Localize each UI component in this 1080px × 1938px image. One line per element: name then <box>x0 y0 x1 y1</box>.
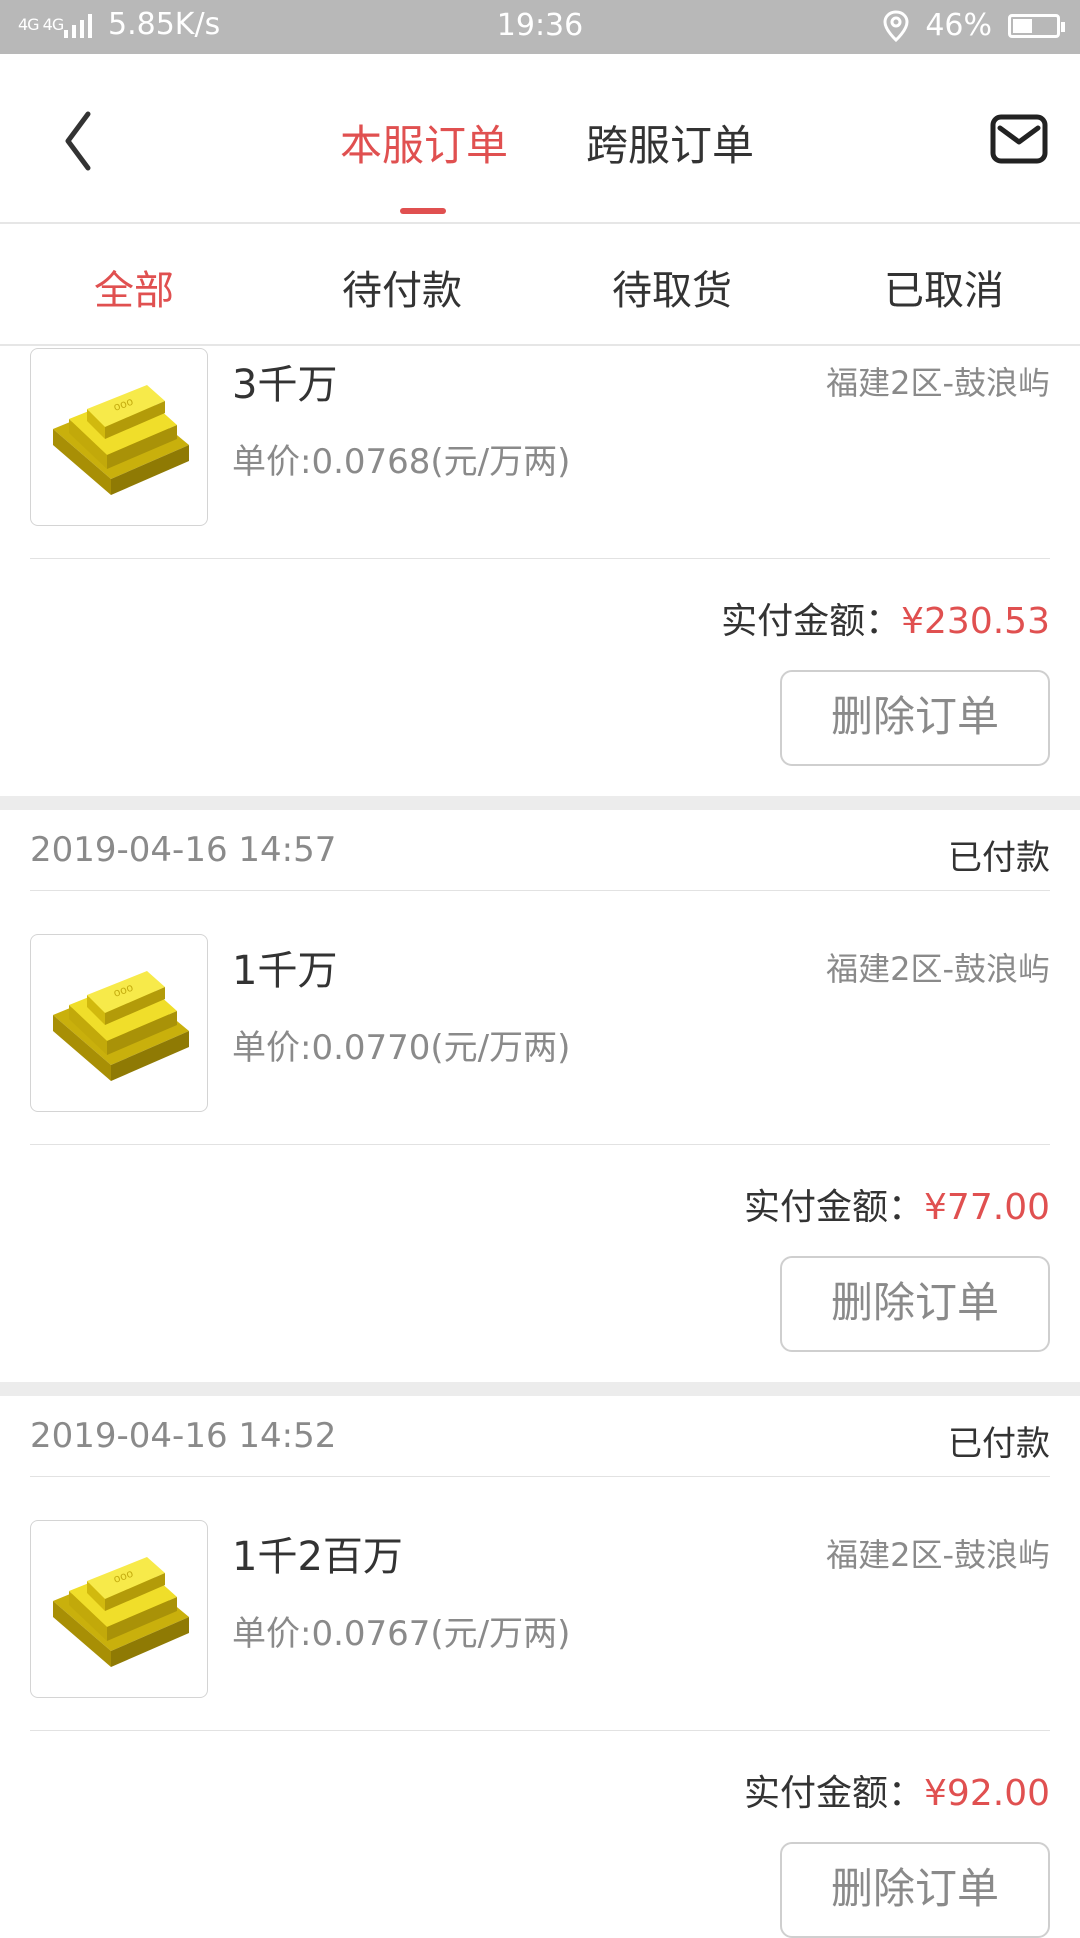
status-bar: 4G 4G 5.85K/s 19:36 46% <box>0 0 1080 54</box>
order-card: 2019-04-16 14:52 已付款 ooo 1千2百万 福建2区-鼓浪屿 … <box>0 1396 1080 1938</box>
filter-cancelled[interactable]: 已取消 <box>884 258 1004 316</box>
delete-order-button[interactable]: 删除订单 <box>780 1256 1050 1352</box>
item-title: 1千2百万 <box>232 1534 403 1580</box>
paid-amount-line: 实付金额：¥77.00 <box>744 1178 1050 1230</box>
paid-amount-line: 实付金额：¥92.00 <box>744 1764 1050 1816</box>
divider <box>30 1730 1050 1731</box>
paid-amount: ¥92.00 <box>924 1773 1050 1814</box>
order-status: 已付款 <box>948 1424 1050 1464</box>
filter-pending-pickup[interactable]: 待取货 <box>612 258 732 316</box>
order-filter-bar: 全部 待付款 待取货 已取消 <box>0 224 1080 346</box>
item-server: 福建2区-鼓浪屿 <box>826 950 1050 988</box>
filter-all[interactable]: 全部 <box>94 258 174 316</box>
item-server: 福建2区-鼓浪屿 <box>826 1536 1050 1574</box>
top-navigation: 本服订单 跨服订单 <box>0 54 1080 224</box>
mail-icon[interactable] <box>990 114 1048 164</box>
order-separator <box>0 1382 1080 1396</box>
filter-pending-payment[interactable]: 待付款 <box>342 258 462 316</box>
paid-amount-label: 实付金额： <box>721 601 902 642</box>
active-tab-indicator <box>400 208 446 214</box>
item-server: 福建2区-鼓浪屿 <box>826 364 1050 402</box>
delete-order-button[interactable]: 删除订单 <box>780 670 1050 766</box>
divider <box>30 558 1050 559</box>
product-thumbnail[interactable]: ooo <box>30 934 208 1112</box>
order-status: 已付款 <box>948 838 1050 878</box>
gold-bars-icon: ooo <box>53 1557 189 1667</box>
tab-cross-server-orders[interactable]: 跨服订单 <box>586 112 754 173</box>
battery-percent: 46% <box>925 8 992 43</box>
paid-amount-line: 实付金额：¥230.53 <box>721 592 1050 644</box>
order-date: 2019-04-16 14:57 <box>30 830 337 870</box>
tab-local-orders[interactable]: 本服订单 <box>340 112 508 173</box>
paid-amount-label: 实付金额： <box>744 1187 925 1228</box>
paid-amount: ¥77.00 <box>924 1187 1050 1228</box>
order-card: 2019-04-16 14:57 已付款 ooo 1千万 福建2区-鼓浪屿 单价… <box>0 810 1080 1382</box>
product-thumbnail[interactable]: ooo <box>30 348 208 526</box>
back-icon[interactable] <box>54 106 104 176</box>
order-card: ooo 3千万 福建2区-鼓浪屿 单价:0.0768(元/万两) 实付金额：¥2… <box>0 346 1080 796</box>
delete-order-button[interactable]: 删除订单 <box>780 1842 1050 1938</box>
order-header: 2019-04-16 14:52 已付款 <box>30 1396 1050 1477</box>
paid-amount: ¥230.53 <box>901 601 1050 642</box>
item-title: 3千万 <box>232 362 338 408</box>
divider <box>30 1144 1050 1145</box>
paid-amount-label: 实付金额： <box>744 1773 925 1814</box>
product-thumbnail[interactable]: ooo <box>30 1520 208 1698</box>
order-date: 2019-04-16 14:52 <box>30 1416 337 1456</box>
order-separator <box>0 796 1080 810</box>
item-unit-price: 单价:0.0767(元/万两) <box>232 1614 571 1654</box>
item-unit-price: 单价:0.0770(元/万两) <box>232 1028 571 1068</box>
item-title: 1千万 <box>232 948 338 994</box>
gold-bars-icon: ooo <box>53 971 189 1081</box>
battery-icon <box>1008 13 1065 38</box>
gold-bars-icon: ooo <box>53 385 189 495</box>
location-icon <box>883 9 909 42</box>
item-unit-price: 单价:0.0768(元/万两) <box>232 442 571 482</box>
order-header: 2019-04-16 14:57 已付款 <box>30 810 1050 891</box>
